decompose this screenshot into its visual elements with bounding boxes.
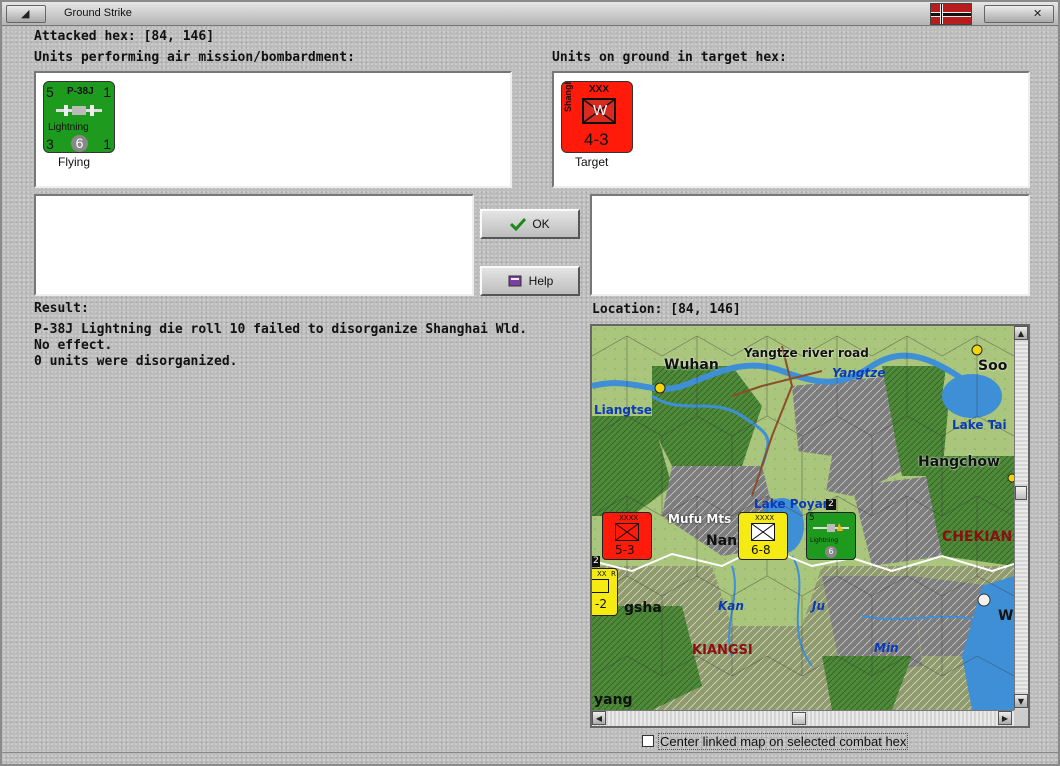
center-map-checkbox[interactable] [642, 735, 654, 747]
ground-unit-caption: Target [575, 155, 609, 169]
map-counter-red-size: XXXX [619, 514, 639, 522]
map-label-lake-poyang: Lake Poyan [754, 497, 832, 511]
map-counter-left-yellow-size: XX [597, 570, 607, 578]
help-button[interactable]: Help [480, 266, 580, 296]
attacked-hex-value: [84, 146] [143, 29, 215, 44]
help-button-label: Help [528, 274, 554, 288]
ok-button-label: OK [532, 217, 550, 231]
scroll-right-arrow-icon[interactable]: ▶ [998, 711, 1012, 725]
air-units-panel: 5 P-38J 1 Lightning 3 6 1 Flying [34, 71, 512, 188]
map-counter-green-name: Lightning [810, 537, 839, 544]
result-line: P-38J Lightning die roll 10 failed to di… [34, 322, 528, 337]
map-counter-yellow-size: XXXX [755, 514, 775, 522]
location-title: Location: [592, 302, 663, 317]
result-line: 0 units were disorganized. [34, 354, 238, 369]
fighter-plane-icon [56, 105, 102, 116]
center-map-checkbox-label[interactable]: Center linked map on selected combat hex [658, 733, 909, 750]
status-bar [2, 752, 1058, 764]
nation-flag-icon [930, 3, 972, 25]
infantry-symbol-icon: W [582, 98, 616, 124]
map-label-mufu-mts: Mufu Mts [668, 512, 732, 526]
air-unit-top-left: 5 [46, 84, 54, 100]
air-unit-top-right: 1 [103, 84, 111, 100]
location-value: [84, 146] [670, 302, 741, 317]
checkmark-icon [510, 217, 527, 231]
close-icon: ✕ [1033, 7, 1043, 20]
map-label-min: Min [874, 641, 899, 655]
location-label: Location: [84, 146] [592, 302, 741, 317]
vertical-scroll-thumb[interactable] [1015, 486, 1027, 500]
air-unit-bottom-center: 6 [71, 135, 88, 152]
map-counter-left-yellow-strength: -2 [595, 597, 607, 611]
scroll-up-arrow-icon[interactable]: ▲ [1014, 326, 1028, 340]
map-stack-badge: 2 [592, 556, 600, 567]
ok-button[interactable]: OK [480, 209, 580, 239]
horizontal-scroll-thumb[interactable] [792, 712, 806, 725]
map-label-soochow: Soo [978, 358, 1008, 374]
map-counter-yellow-strength: 6-8 [751, 543, 771, 557]
hex-map-terrain [592, 326, 1014, 710]
ground-unit-size: XXX [589, 84, 610, 95]
ground-unit-symbol: W [593, 102, 608, 119]
map-label-w: W [998, 608, 1014, 624]
map-counter-left-yellow[interactable]: XX R -2 [592, 568, 618, 616]
map-label-gsha: gsha [624, 600, 662, 616]
infantry-icon [592, 579, 609, 593]
air-unit-counter[interactable]: 5 P-38J 1 Lightning 3 6 1 [43, 81, 115, 153]
ground-unit-name: Shanghai [563, 81, 573, 112]
map-label-yangtze-road: Yangtze river road [744, 346, 869, 360]
map-counter-red[interactable]: XXXX 5-3 [602, 512, 652, 560]
map-horizontal-scrollbar[interactable]: ◀ ▶ [592, 710, 1014, 726]
map-label-liangtse: Liangtse [594, 403, 653, 417]
hex-map[interactable]: Wuhan Yangtze river road Yangtze Soo Lia… [592, 326, 1014, 710]
map-counter-yellow[interactable]: XXXX 6-8 [738, 512, 788, 560]
ground-units-panel: Shanghai XXX W 4-3 Target [552, 71, 1030, 188]
air-unit-name: P-38J [67, 86, 94, 97]
air-units-heading: Units performing air mission/bombardment… [34, 50, 355, 65]
attacker-details-panel [34, 194, 474, 296]
map-label-ju: Ju [812, 599, 826, 613]
scroll-corner [1014, 710, 1028, 726]
scroll-left-arrow-icon[interactable]: ◀ [592, 711, 606, 725]
attacked-hex-label: Attacked hex: [84, 146] [34, 29, 214, 44]
scroll-down-arrow-icon[interactable]: ▼ [1014, 694, 1028, 708]
air-unit-caption: Flying [58, 155, 91, 169]
map-counter-green[interactable]: 5 Lightning 6 [806, 512, 856, 560]
map-label-yang: yang [594, 692, 633, 708]
map-label-chekiang: CHEKIAN [942, 529, 1013, 545]
air-unit-bottom-right: 1 [103, 136, 111, 152]
ground-units-heading: Units on ground in target hex: [552, 50, 787, 65]
window-title: Ground Strike [64, 7, 132, 19]
help-book-icon [508, 275, 522, 287]
air-unit-bottom-left: 3 [46, 136, 54, 152]
infantry-icon [751, 523, 775, 541]
map-vertical-scrollbar[interactable]: ▲ ▼ [1014, 326, 1028, 710]
map-counter-red-strength: 5-3 [615, 543, 635, 557]
ground-unit-counter[interactable]: Shanghai XXX W 4-3 [561, 81, 633, 153]
fighter-plane-icon [813, 523, 849, 532]
map-stack-badge: 2 [826, 499, 836, 510]
map-label-lake-tai: Lake Tai [952, 418, 1007, 432]
title-bar: ◢ Ground Strike ✕ [2, 2, 1058, 26]
result-line: No effect. [34, 338, 113, 353]
minimize-icon: ◢ [21, 7, 30, 20]
map-label-yangtze: Yangtze [832, 366, 886, 380]
location-map-frame: Wuhan Yangtze river road Yangtze Soo Lia… [590, 324, 1030, 728]
map-label-kan: Kan [718, 599, 744, 613]
map-counter-green-center: 6 [825, 546, 837, 558]
map-counter-left-yellow-flag: R [611, 570, 616, 578]
close-button[interactable]: ✕ [984, 5, 1054, 23]
defender-details-panel [590, 194, 1030, 296]
ground-unit-strength: 4-3 [584, 130, 609, 149]
map-label-wuhan: Wuhan [664, 357, 719, 373]
map-label-hangchow: Hangchow [918, 454, 1000, 470]
attacked-hex-title: Attacked hex: [34, 29, 136, 44]
minimize-button[interactable]: ◢ [6, 5, 46, 23]
map-label-nan: Nan [706, 533, 738, 549]
map-label-kiangsi: KIANGSI [692, 643, 753, 658]
infantry-icon [615, 523, 639, 541]
ground-strike-window: ◢ Ground Strike ✕ Attacked hex: [84, 146… [0, 0, 1060, 766]
air-unit-type: Lightning [48, 122, 89, 133]
result-heading: Result: [34, 301, 89, 316]
